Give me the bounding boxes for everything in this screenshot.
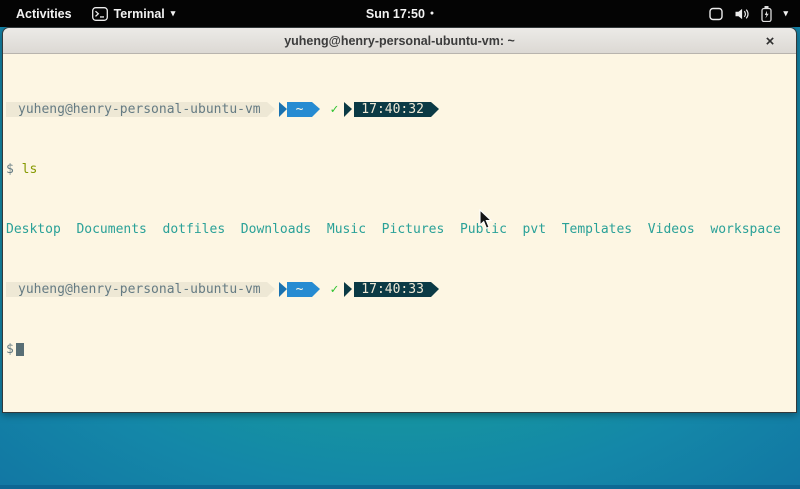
powerline-arrow-icon: [267, 282, 275, 297]
prompt-time-segment: 17:40:33: [354, 282, 431, 297]
prompt-time-segment: 17:40:32: [354, 102, 431, 117]
exit-status-check-icon: ✓: [330, 102, 338, 117]
powerline-arrow-icon: [267, 102, 275, 117]
app-menu[interactable]: Terminal ▾: [92, 7, 176, 21]
close-button[interactable]: ×: [758, 28, 782, 54]
powerline-arrow-icon: [431, 282, 439, 297]
prompt-symbol: $: [6, 162, 14, 177]
prompt-path-segment: ~: [287, 102, 313, 117]
gnome-top-bar: Activities Terminal ▾ Sun 17:50 ●: [0, 0, 800, 27]
volume-icon: [734, 7, 750, 21]
prompt-line-1: yuheng@henry-personal-ubuntu-vm ~ ✓ 17:40:3…: [6, 102, 796, 117]
powerline-arrow-icon: [344, 282, 352, 297]
powerline-arrow-icon: [312, 282, 320, 297]
command-text: ls: [22, 162, 38, 177]
window-title: yuheng@henry-personal-ubuntu-vm: ~: [284, 34, 515, 48]
notification-dot: ●: [430, 10, 434, 17]
text-cursor: [16, 343, 24, 356]
powerline-arrow-icon: [344, 102, 352, 117]
powerline-arrow-icon: [312, 102, 320, 117]
exit-status-check-icon: ✓: [330, 282, 338, 297]
chevron-down-icon: ▾: [171, 8, 176, 19]
terminal-app-icon: [92, 7, 108, 21]
battery-charging-icon: [761, 6, 772, 22]
ls-output-line: Desktop Documents dotfiles Downloads Mus…: [6, 222, 796, 237]
powerline-arrow-icon: [431, 102, 439, 117]
prompt-user-segment: yuheng@henry-personal-ubuntu-vm: [6, 282, 267, 297]
system-menu-caret-icon: ▾: [783, 8, 788, 19]
app-menu-label: Terminal: [114, 7, 165, 21]
command-line: $ ls: [6, 162, 796, 177]
terminal-window: yuheng@henry-personal-ubuntu-vm: ~ × yuh…: [2, 27, 797, 413]
prompt-path-segment: ~: [287, 282, 313, 297]
clock-button[interactable]: Sun 17:50 ●: [366, 7, 434, 21]
powerline-arrow-icon: [279, 102, 287, 117]
terminal-content[interactable]: yuheng@henry-personal-ubuntu-vm ~ ✓ 17:40:3…: [3, 54, 796, 412]
window-titlebar[interactable]: yuheng@henry-personal-ubuntu-vm: ~ ×: [3, 28, 796, 54]
prompt-symbol: $: [6, 342, 14, 357]
powerline-arrow-icon: [279, 282, 287, 297]
prompt-line-2: yuheng@henry-personal-ubuntu-vm ~ ✓ 17:40:3…: [6, 282, 796, 297]
system-status-area[interactable]: ▾: [709, 0, 792, 27]
activities-button[interactable]: Activities: [10, 3, 78, 25]
screen-icon: [709, 7, 723, 21]
clock-label: Sun 17:50: [366, 7, 425, 21]
prompt-user-segment: yuheng@henry-personal-ubuntu-vm: [6, 102, 267, 117]
input-line[interactable]: $: [6, 342, 796, 357]
